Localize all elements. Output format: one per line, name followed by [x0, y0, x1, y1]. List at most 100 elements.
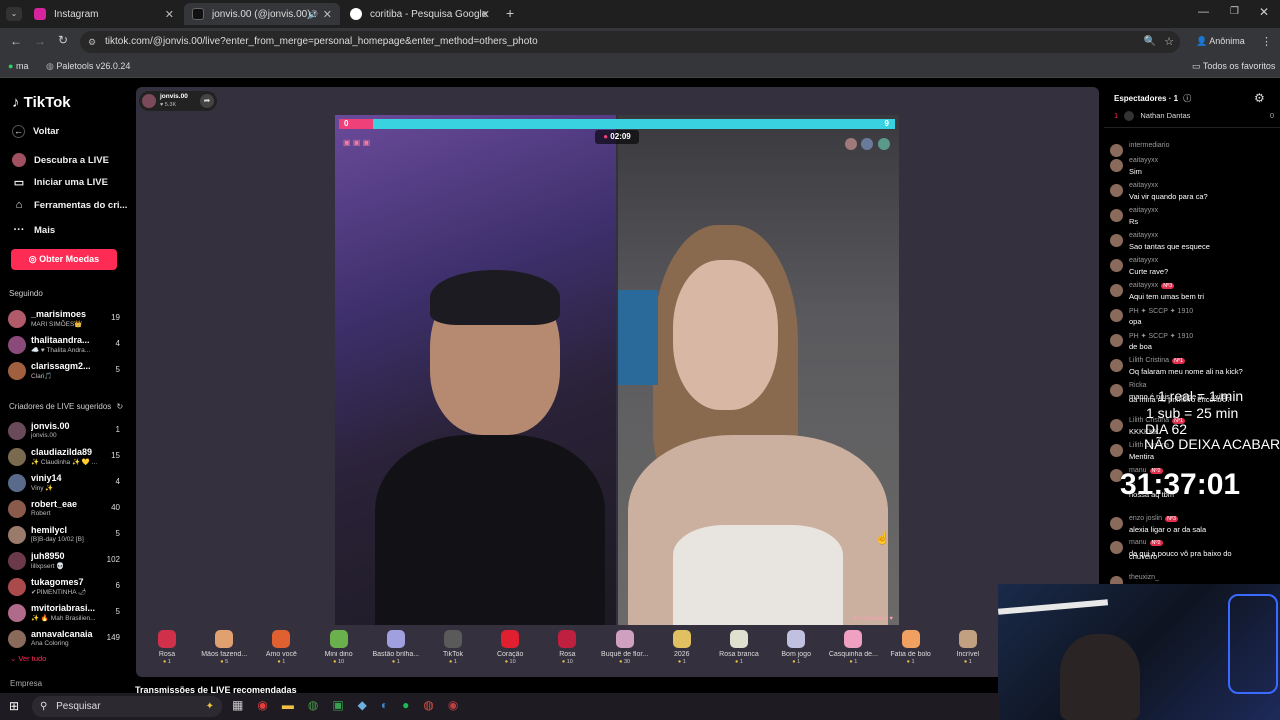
app-icon[interactable]: ◉ — [257, 698, 281, 712]
all-bookmarks[interactable]: ▭ Todos os favoritos — [1192, 61, 1275, 72]
chat-username[interactable]: theuxizn_ — [1129, 574, 1159, 581]
start-icon[interactable]: ⊞ — [9, 699, 19, 713]
spotify-icon[interactable]: ● — [402, 698, 423, 712]
zoom-icon[interactable]: 🔍 — [1144, 31, 1156, 53]
see-all-link[interactable]: ⌄ Ver tudo — [10, 654, 46, 663]
creator-row[interactable]: viniy14 Viny ✨ 4 — [8, 472, 126, 494]
maximize-button[interactable]: ❐ — [1230, 6, 1239, 17]
chat-username[interactable]: eaitayyxx — [1129, 182, 1158, 189]
close-icon[interactable]: ✕ — [481, 8, 490, 21]
avatar[interactable] — [1110, 334, 1123, 347]
back-link[interactable]: ← Voltar — [12, 125, 59, 138]
nav-more[interactable]: ··· Mais — [12, 224, 56, 236]
gift-item[interactable]: TikTok ● 1 — [425, 630, 481, 665]
site-info-icon[interactable]: ⚙ — [88, 31, 96, 53]
chat-username[interactable]: eaitayyxx — [1129, 257, 1158, 264]
chat-username[interactable]: PH ✦ SCCP ✦ 1910 — [1129, 332, 1193, 340]
avatar[interactable] — [1110, 309, 1123, 322]
avatar[interactable] — [1110, 444, 1123, 457]
chat-username[interactable]: intermediario — [1129, 142, 1169, 149]
avatar[interactable] — [1110, 159, 1123, 172]
tab-tiktok[interactable]: jonvis.00 (@jonvis.00) come 🔊 ✕ — [184, 3, 340, 25]
avatar[interactable] — [1110, 359, 1123, 372]
app-icon[interactable]: ▣ — [332, 698, 357, 712]
new-tab-button[interactable]: + — [506, 5, 514, 21]
gift-item[interactable]: Rosa ● 10 — [539, 630, 595, 665]
folder-icon[interactable]: ▬ — [282, 698, 308, 712]
gift-item[interactable]: Fatia de bolo ● 1 — [883, 630, 939, 665]
chat-username[interactable]: eaitayyxx — [1129, 232, 1158, 239]
chat-username[interactable]: enzo joslin Nº3 — [1129, 515, 1179, 522]
close-icon[interactable]: ✕ — [165, 8, 174, 21]
bookmark-star-icon[interactable]: ☆ — [1164, 31, 1174, 53]
app-icon[interactable]: ◉ — [448, 698, 472, 712]
bookmark-whatsapp[interactable]: ● ma — [8, 61, 28, 71]
gift-item[interactable]: Mini dino ● 10 — [311, 630, 367, 665]
creator-row[interactable]: mvitoriabrasi... ✨ 🔥 Mah Brasilien... 5 — [8, 602, 126, 624]
minimize-button[interactable]: — — [1198, 6, 1209, 18]
tab-google[interactable]: coritiba - Pesquisa Google ✕ — [342, 3, 498, 25]
speaker-icon[interactable]: 🔊 — [308, 10, 318, 19]
incognito-profile[interactable]: 👤 Anônima — [1196, 36, 1245, 47]
creator-row[interactable]: jonvis.00 jonvis.00 1 — [8, 420, 126, 442]
chat-username[interactable]: eaitayyxx — [1129, 207, 1158, 214]
info-icon[interactable]: ⓘ — [1183, 94, 1191, 103]
chrome-icon[interactable]: ◍ — [308, 698, 332, 712]
gift-item[interactable]: Bom jogo ● 1 — [768, 630, 824, 665]
avatar[interactable] — [1110, 419, 1123, 432]
creator-row[interactable]: claudiazilda89 ✨ Claudinha ✨ 💛 ... 15 — [8, 446, 126, 468]
back-icon[interactable]: ← — [10, 34, 22, 48]
nav-discover-live[interactable]: Descubra a LIVE — [12, 153, 109, 167]
get-coins-button[interactable]: ◎ Obter Moedas — [11, 249, 117, 270]
edge-icon[interactable]: ◐ — [381, 698, 402, 712]
creator-row[interactable]: annavalcanaia Ana Coloring 149 — [8, 628, 126, 650]
tab-list-icon[interactable]: ⌄ — [6, 7, 22, 21]
gift-item[interactable]: Rosa ● 1 — [139, 630, 195, 665]
avatar[interactable] — [1110, 144, 1123, 157]
gift-item[interactable]: Casquinha de... ● 1 — [825, 630, 881, 665]
chat-username[interactable]: PH ✦ SCCP ✦ 1910 — [1129, 307, 1193, 315]
chat-username[interactable]: manu Nº2 — [1129, 539, 1163, 546]
gift-item[interactable]: Bastão brilha... ● 1 — [368, 630, 424, 665]
creator-row[interactable]: tukagomes7 ✔PIMENTINHA 🌶 6 — [8, 576, 126, 598]
creator-row[interactable]: thalitaandra... ☁️ ♥ Thalita Andra... 4 — [8, 334, 126, 356]
bookmark-paletools[interactable]: ◍ Paletools v26.0.24 — [46, 61, 130, 72]
task-view-icon[interactable]: ▦ — [232, 698, 257, 712]
chat-username[interactable]: Lilith Cristina Nº1 — [1129, 357, 1186, 364]
avatar[interactable] — [1110, 517, 1123, 530]
avatar[interactable] — [1110, 209, 1123, 222]
avatar[interactable] — [1110, 184, 1123, 197]
creator-row[interactable]: clarissagm2... Clari🎵 5 — [8, 360, 126, 382]
nav-start-live[interactable]: ▭ Iniciar uma LIVE — [12, 176, 108, 189]
chat-username[interactable]: eaitayyxx — [1129, 157, 1158, 164]
gift-item[interactable]: Mãos fazend... ● 5 — [196, 630, 252, 665]
share-icon[interactable]: ➦ — [200, 94, 214, 108]
creator-row[interactable]: hemilycl [B]B-day 10/02 [B] 5 — [8, 524, 126, 546]
creator-row[interactable]: _marisimoes MARI SIMÕES👑 19 — [8, 308, 126, 330]
close-icon[interactable]: ✕ — [323, 8, 332, 21]
chat-username[interactable]: Ricka — [1129, 382, 1147, 389]
gift-item[interactable]: Buquê de flor... ● 30 — [597, 630, 653, 665]
viewers-header[interactable]: Espectadores · 1 ⓘ — [1114, 93, 1191, 104]
creator-row[interactable]: robert_eae Robert 40 — [8, 498, 126, 520]
avatar[interactable] — [1110, 541, 1123, 554]
url-field[interactable]: ⚙ tiktok.com/@jonvis.00/live?enter_from_… — [80, 31, 1180, 53]
battle-video[interactable]: ♥ Sa Sabrina ♥ 0 9 ● 02:09 ▣ ▣ ▣ ☝ — [335, 115, 899, 625]
close-window-button[interactable]: ✕ — [1259, 5, 1269, 19]
gift-item[interactable]: Coração ● 10 — [482, 630, 538, 665]
gift-item[interactable]: Amo você ● 1 — [253, 630, 309, 665]
avatar[interactable] — [1110, 234, 1123, 247]
top-viewer-row[interactable]: 1 Nathan Dantas 0 — [1114, 111, 1274, 122]
creator-row[interactable]: juh8950 lillxpsert 💀 102 — [8, 550, 126, 572]
app-icon[interactable]: ◆ — [358, 698, 381, 712]
chat-username[interactable]: eaitayyxx Nº3 — [1129, 282, 1175, 289]
gift-item[interactable]: Rosa branca ● 1 — [711, 630, 767, 665]
gift-item[interactable]: 2026 ● 1 — [654, 630, 710, 665]
avatar[interactable] — [1110, 259, 1123, 272]
forward-icon[interactable]: → — [34, 34, 46, 48]
taskbar-search[interactable]: ⚲ Pesquisar ✦ — [32, 696, 222, 717]
company-link[interactable]: Empresa — [10, 679, 42, 688]
avatar[interactable] — [1110, 284, 1123, 297]
menu-icon[interactable]: ⋮ — [1261, 35, 1272, 48]
tab-instagram[interactable]: Instagram ✕ — [26, 3, 182, 25]
